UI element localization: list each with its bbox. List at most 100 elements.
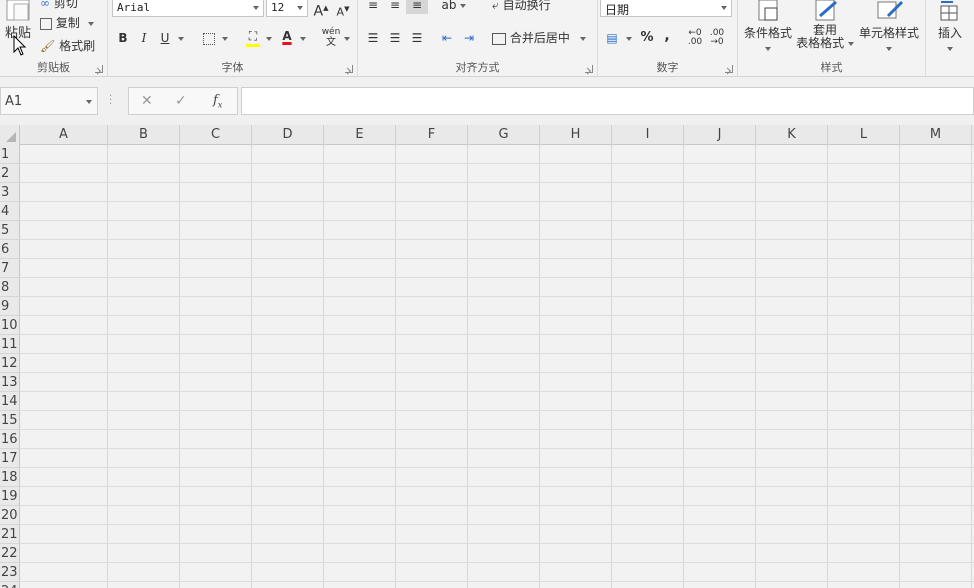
- row-header-6[interactable]: 6: [0, 240, 20, 259]
- row-header-12[interactable]: 12: [0, 354, 20, 373]
- row-header-24[interactable]: 24: [0, 582, 20, 588]
- row-header-23[interactable]: 23: [0, 563, 20, 582]
- row-header-15[interactable]: 15: [0, 411, 20, 430]
- clipboard-launcher-icon[interactable]: [95, 65, 103, 73]
- decrease-decimal-icon[interactable]: .00 →0: [708, 29, 726, 47]
- underline-dropdown-icon[interactable]: [178, 37, 184, 41]
- row-header-8[interactable]: 8: [0, 278, 20, 297]
- increase-decimal-icon[interactable]: ←0.00: [686, 29, 704, 47]
- row-header-9[interactable]: 9: [0, 297, 20, 316]
- column-header-a[interactable]: A: [20, 125, 108, 145]
- orientation-dropdown-icon[interactable]: [460, 4, 466, 8]
- row-header-21[interactable]: 21: [0, 525, 20, 544]
- row-header-7[interactable]: 7: [0, 259, 20, 278]
- merge-dropdown-icon[interactable]: [579, 36, 586, 41]
- font-size-combo[interactable]: 12: [266, 0, 308, 17]
- italic-button[interactable]: I: [135, 29, 153, 47]
- bold-button[interactable]: B: [114, 29, 132, 47]
- alignment-launcher-icon[interactable]: [585, 65, 593, 73]
- row-header-18[interactable]: 18: [0, 468, 20, 487]
- orientation-icon[interactable]: ab: [440, 0, 458, 14]
- row-header-13[interactable]: 13: [0, 373, 20, 392]
- format-painter-button[interactable]: 🖌 格式刷: [40, 37, 95, 53]
- column-header-e[interactable]: E: [324, 125, 396, 145]
- middle-align-icon[interactable]: ≡: [386, 0, 404, 14]
- cut-button[interactable]: ∞ 剪切: [40, 0, 78, 10]
- borders-dropdown-icon[interactable]: [222, 37, 228, 41]
- row-header-14[interactable]: 14: [0, 392, 20, 411]
- copy-dropdown-icon[interactable]: [87, 21, 94, 26]
- row-header-17[interactable]: 17: [0, 449, 20, 468]
- column-header-c[interactable]: C: [180, 125, 252, 145]
- conditional-formatting-label: 条件格式: [743, 26, 792, 40]
- align-left-icon[interactable]: ☰: [364, 29, 382, 47]
- insert-function-icon[interactable]: fx: [213, 93, 222, 110]
- font-launcher-icon[interactable]: [345, 65, 353, 73]
- cell-styles-button[interactable]: 单元格样式: [856, 0, 922, 52]
- row-header-11[interactable]: 11: [0, 335, 20, 354]
- number-format-combo[interactable]: 日期: [600, 0, 732, 17]
- font-name-combo[interactable]: Arial: [112, 0, 264, 17]
- cancel-icon[interactable]: ✕: [141, 93, 153, 109]
- row-header-2[interactable]: 2: [0, 164, 20, 183]
- percent-button[interactable]: %: [638, 29, 656, 47]
- underline-button[interactable]: U: [156, 29, 174, 47]
- phonetic-button[interactable]: wén 文: [320, 28, 342, 50]
- bottom-align-icon[interactable]: ≡: [406, 0, 428, 14]
- cell-area[interactable]: [20, 145, 974, 588]
- cut-label: 剪切: [53, 0, 78, 10]
- font-color-dropdown-icon[interactable]: [300, 37, 306, 41]
- row-header-1[interactable]: 1: [0, 145, 20, 164]
- accounting-format-icon[interactable]: ▤: [602, 29, 622, 47]
- column-header-m[interactable]: M: [900, 125, 972, 145]
- column-header-j[interactable]: J: [684, 125, 756, 145]
- ribbon: 粘贴 ∞ 剪切 复制 🖌 格式刷 剪贴板 Arial 12 A▲ A▼ B I …: [0, 0, 974, 77]
- insert-button[interactable]: 插入: [932, 0, 968, 52]
- row-header-5[interactable]: 5: [0, 221, 20, 240]
- row-header-20[interactable]: 20: [0, 506, 20, 525]
- phonetic-dropdown-icon[interactable]: [344, 37, 350, 41]
- accounting-dropdown-icon[interactable]: [626, 37, 632, 41]
- column-header-f[interactable]: F: [396, 125, 468, 145]
- row-header-16[interactable]: 16: [0, 430, 20, 449]
- column-header-i[interactable]: I: [612, 125, 684, 145]
- column-header-l[interactable]: L: [828, 125, 900, 145]
- align-center-icon[interactable]: ☰: [386, 29, 404, 47]
- row-header-10[interactable]: 10: [0, 316, 20, 335]
- enter-icon[interactable]: ✓: [175, 93, 187, 109]
- fill-color-button[interactable]: ⛶: [244, 27, 262, 47]
- worksheet-grid[interactable]: ABCDEFGHIJKLM 1 2 3 4 5 6 7 8 9 10 11 12 13 14 15 16 17 1…: [0, 125, 974, 588]
- column-header-h[interactable]: H: [540, 125, 612, 145]
- column-header-b[interactable]: B: [108, 125, 180, 145]
- row-header-22[interactable]: 22: [0, 544, 20, 563]
- formula-input[interactable]: [241, 87, 974, 115]
- number-launcher-icon[interactable]: [725, 65, 733, 73]
- column-header-k[interactable]: K: [756, 125, 828, 145]
- top-align-icon[interactable]: ≡: [364, 0, 382, 14]
- copy-button[interactable]: 复制: [40, 14, 94, 30]
- row-header-3[interactable]: 3: [0, 183, 20, 202]
- formula-bar: A1 · · · ✕ ✓ fx: [0, 87, 974, 115]
- borders-button[interactable]: [200, 29, 218, 47]
- name-box[interactable]: A1: [0, 87, 98, 115]
- increase-indent-icon[interactable]: ⇥: [460, 29, 478, 47]
- wrap-text-label: 自动换行: [502, 0, 551, 12]
- comma-button[interactable]: ,: [658, 27, 676, 45]
- column-header-g[interactable]: G: [468, 125, 540, 145]
- fill-color-dropdown-icon[interactable]: [266, 37, 272, 41]
- decrease-indent-icon[interactable]: ⇤: [438, 29, 456, 47]
- copy-icon: [40, 17, 52, 30]
- column-header-d[interactable]: D: [252, 125, 324, 145]
- increase-font-icon[interactable]: A▲: [312, 0, 330, 20]
- select-all-button[interactable]: [0, 125, 20, 145]
- resize-handle-icon[interactable]: · · ·: [109, 92, 115, 110]
- format-as-table-button[interactable]: 套用 表格格式: [794, 0, 856, 52]
- row-header-19[interactable]: 19: [0, 487, 20, 506]
- row-header-4[interactable]: 4: [0, 202, 20, 221]
- decrease-font-icon[interactable]: A▼: [334, 0, 352, 19]
- merge-center-button[interactable]: 合并后居中: [492, 29, 586, 47]
- align-right-icon[interactable]: ☰: [408, 29, 426, 47]
- wrap-text-button[interactable]: ⤶ 自动换行: [492, 0, 551, 14]
- font-color-button[interactable]: A: [278, 27, 296, 45]
- conditional-formatting-button[interactable]: 条件格式: [740, 0, 796, 52]
